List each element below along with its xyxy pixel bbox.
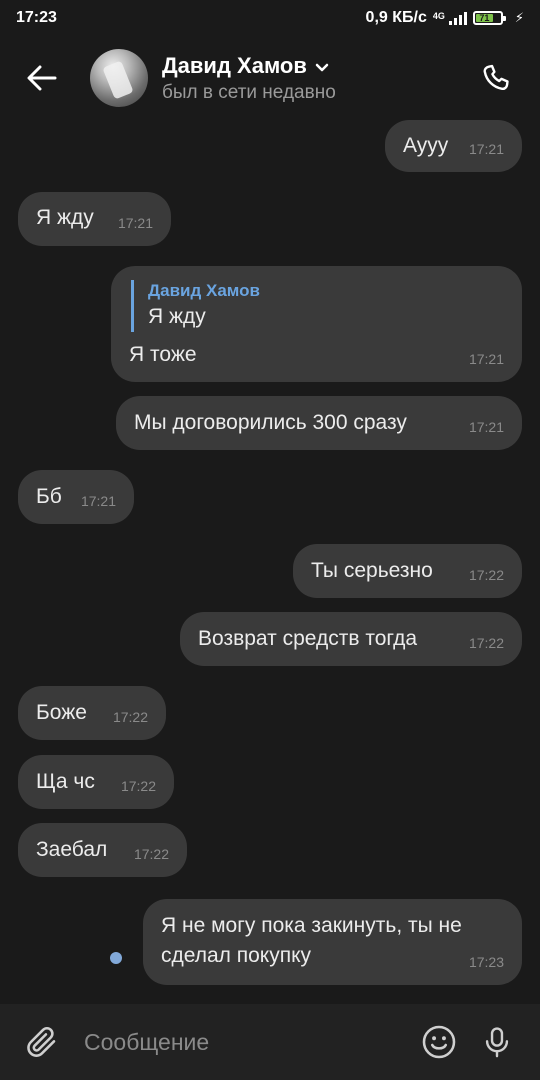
message-bubble-incoming[interactable]: Боже 17:22 — [18, 686, 166, 740]
message-text: Возврат средств тогда — [198, 627, 418, 650]
message-time: 17:21 — [80, 493, 116, 509]
reply-author: Давид Хамов — [148, 281, 260, 300]
message-bubble-incoming[interactable]: Я жду 17:21 — [18, 192, 171, 246]
chevron-down-icon — [315, 63, 329, 71]
message-bubble-outgoing[interactable]: Ты серьезно 17:22 — [293, 544, 522, 598]
message-text: Ты серьезно — [311, 559, 433, 582]
message-time: 17:21 — [117, 215, 153, 231]
status-indicators: 0,9 КБ/с 4G 71 ⚡ — [366, 9, 524, 27]
message-text: Мы договорились 300 сразу — [134, 411, 407, 434]
back-button[interactable] — [0, 36, 84, 120]
signal-icon — [448, 11, 467, 25]
message-time: 17:22 — [112, 709, 148, 725]
microphone-icon — [485, 1027, 509, 1058]
message-bubble-outgoing-reply[interactable]: Давид Хамов Я жду Я тоже 17:21 — [111, 266, 522, 382]
message-input[interactable]: Сообщение — [84, 1029, 410, 1056]
message-time: 17:22 — [468, 635, 504, 651]
call-button[interactable] — [466, 48, 526, 108]
message-time: 17:22 — [133, 846, 169, 862]
message-time: 17:22 — [120, 778, 156, 794]
voice-record-button[interactable] — [468, 1004, 526, 1080]
phone-icon — [483, 64, 509, 91]
contact-name: Давид Хамов — [162, 52, 307, 78]
contact-avatar[interactable] — [90, 49, 148, 107]
emoji-button[interactable] — [410, 1004, 468, 1080]
reply-text: Я жду — [148, 305, 206, 328]
message-list[interactable]: Аууу 17:21 Я жду 17:21 Давид Хамов Я жду… — [0, 120, 540, 1004]
message-bubble-outgoing[interactable]: Возврат средств тогда 17:22 — [180, 612, 522, 666]
message-text: Боже — [36, 701, 87, 724]
paperclip-icon — [27, 1026, 56, 1057]
message-text: Ща чс — [36, 770, 95, 793]
unread-indicator — [110, 952, 122, 964]
message-bubble-incoming[interactable]: Бб 17:21 — [18, 470, 134, 524]
message-time: 17:21 — [468, 141, 504, 157]
message-bubble-outgoing[interactable]: Мы договорились 300 сразу 17:21 — [116, 396, 522, 450]
status-bar: 17:23 0,9 КБ/с 4G 71 ⚡ — [0, 0, 540, 36]
message-text-line: Я не могу пока закинуть, ты не — [161, 914, 462, 937]
message-text: Аууу — [403, 134, 449, 157]
message-time: 17:21 — [468, 351, 504, 367]
network-type-label: 4G — [432, 11, 445, 21]
message-text: Я тоже — [129, 343, 197, 366]
battery-icon: 71 — [472, 11, 506, 25]
message-bubble-incoming[interactable]: Заебал 17:22 — [18, 823, 187, 877]
charging-icon: ⚡ — [514, 10, 524, 25]
message-text: Заебал — [36, 838, 108, 861]
message-time: 17:22 — [468, 567, 504, 583]
message-bubble-incoming[interactable]: Ща чс 17:22 — [18, 755, 174, 809]
chat-header: Давид Хамов был в сети недавно — [0, 36, 540, 120]
message-time: 17:21 — [468, 419, 504, 435]
last-seen-status: был в сети недавно — [162, 81, 336, 103]
contact-info[interactable]: Давид Хамов был в сети недавно — [162, 53, 466, 104]
status-time: 17:23 — [16, 9, 57, 26]
message-composer: Сообщение — [0, 1004, 540, 1080]
reply-quote[interactable]: Давид Хамов Я жду — [131, 280, 260, 332]
message-bubble-outgoing[interactable]: Я не могу пока закинуть, ты не сделал по… — [143, 899, 522, 985]
smiley-icon — [422, 1025, 456, 1059]
message-bubble-outgoing[interactable]: Аууу 17:21 — [385, 120, 522, 172]
network-speed: 0,9 КБ/с — [365, 9, 427, 26]
message-text: Я жду — [36, 206, 94, 229]
message-text: Бб — [36, 485, 62, 508]
attach-button[interactable] — [0, 1004, 84, 1080]
message-text-line: сделал покупку — [161, 944, 312, 967]
battery-level: 71 — [479, 13, 490, 23]
back-arrow-icon — [27, 65, 57, 91]
message-time: 17:23 — [468, 954, 504, 970]
